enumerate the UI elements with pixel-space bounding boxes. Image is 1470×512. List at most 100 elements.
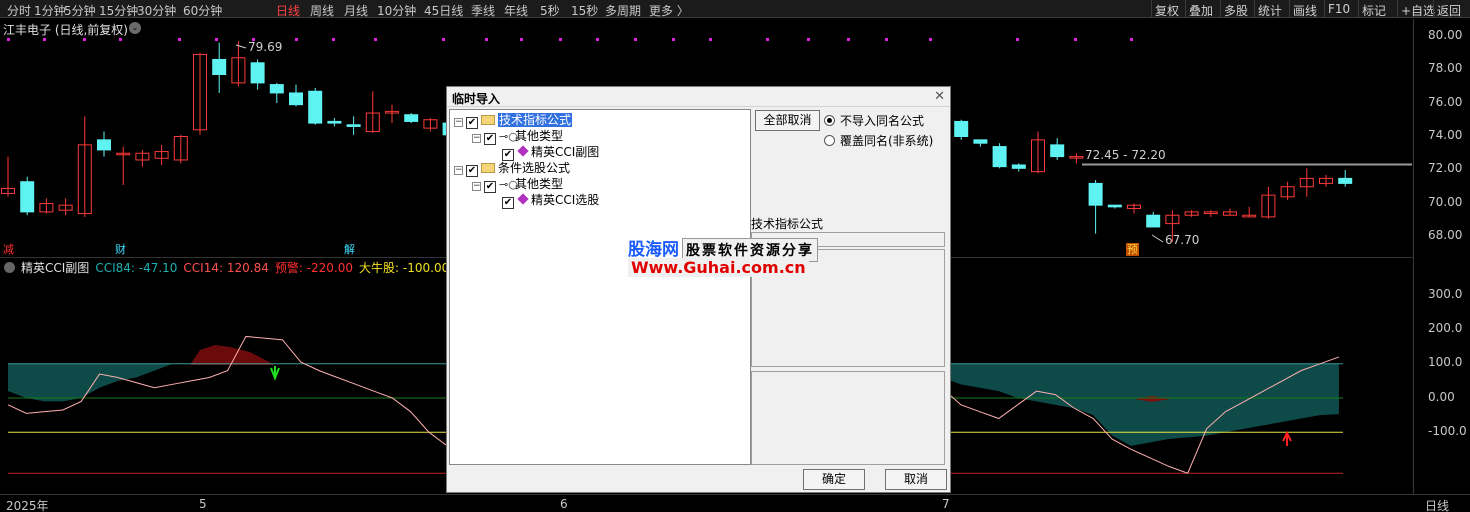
warn-value: 预警: -220.00 bbox=[274, 261, 354, 275]
dialog-title: 临时导入 bbox=[447, 87, 950, 107]
price-tick-label: 74.00 bbox=[1428, 128, 1463, 142]
month-label-5: 5 bbox=[199, 497, 207, 511]
watermark-url: Www.Guhai.com.cn bbox=[628, 258, 809, 277]
candle-down bbox=[212, 58, 227, 76]
period-tab-1[interactable]: 1分钟 bbox=[34, 2, 66, 19]
collapse-icon[interactable]: − bbox=[472, 182, 481, 191]
toolbar-button-5[interactable]: F10 bbox=[1324, 0, 1353, 18]
period-tab-6[interactable]: 日线 bbox=[276, 2, 300, 19]
period-tab-11[interactable]: 季线 bbox=[471, 2, 495, 19]
period-tab-10[interactable]: 45日线 bbox=[424, 2, 463, 19]
gear-icon[interactable] bbox=[4, 262, 15, 273]
folder-icon bbox=[481, 163, 495, 173]
period-tab-16[interactable]: 更多 〉 bbox=[649, 2, 689, 19]
period-tab-7[interactable]: 周线 bbox=[310, 2, 334, 19]
tree-node-2[interactable]: ✔ 精英CCI副图 bbox=[490, 144, 599, 161]
stock-title: 江丰电子 (日线,前复权) bbox=[3, 23, 128, 37]
tree-node-3[interactable]: − ✔ 条件选股公式 bbox=[454, 160, 571, 177]
candle-down bbox=[1050, 144, 1065, 158]
period-toolbar: 分时 1分钟 5分钟 15分钟 30分钟 60分钟 日线 周线 月线 10分钟 45日线 季线 年线 5秒… bbox=[0, 0, 1470, 18]
indicator-title: 精英CCI副图 CCI84: -47.10 CCI14: 120.84 预警: -22… bbox=[4, 259, 477, 276]
tree-node-label: 精英CCI选股 bbox=[531, 193, 600, 207]
period-tab-8[interactable]: 月线 bbox=[344, 2, 368, 19]
toolbar-button-2[interactable]: 多股 bbox=[1220, 0, 1251, 18]
close-icon[interactable]: ✕ bbox=[934, 89, 945, 104]
period-tab-2[interactable]: 5分钟 bbox=[64, 2, 96, 19]
cancel-button[interactable]: 取消 bbox=[885, 469, 947, 490]
collapse-icon[interactable]: − bbox=[454, 166, 463, 175]
ok-button[interactable]: 确定 bbox=[803, 469, 865, 490]
price-tick-label: 70.00 bbox=[1428, 195, 1463, 209]
candle-down bbox=[250, 62, 265, 84]
bull-value: 大牛股: -100.00 bbox=[359, 261, 450, 275]
toolbar-button-7[interactable]: +自选 bbox=[1397, 0, 1438, 18]
high-annotation: 79.69 bbox=[248, 40, 283, 54]
event-marker-forecast[interactable]: 预 bbox=[1126, 243, 1139, 256]
candle-down bbox=[992, 146, 1007, 168]
candle-down bbox=[973, 139, 988, 144]
watermark-site: 股海网 bbox=[628, 240, 679, 260]
period-tab-3[interactable]: 15分钟 bbox=[99, 2, 138, 19]
toolbar-button-3[interactable]: 统计 bbox=[1254, 0, 1285, 18]
event-marker-finance[interactable]: 财 bbox=[114, 243, 127, 256]
event-dot bbox=[709, 38, 712, 41]
event-dot bbox=[766, 38, 769, 41]
radio-skip-label: 不导入同名公式 bbox=[840, 114, 925, 128]
candle-down bbox=[404, 114, 419, 122]
key-icon: ⊸○ bbox=[499, 130, 518, 143]
candle-down bbox=[1338, 177, 1353, 184]
period-tab-14[interactable]: 15秒 bbox=[571, 2, 598, 19]
dropdown-icon[interactable]: ⌄ bbox=[129, 22, 141, 34]
radio-overwrite[interactable]: 覆盖同名(非系统) bbox=[824, 132, 933, 149]
candle-down bbox=[97, 139, 111, 151]
tree-node-1[interactable]: − ✔ ⊸○其他类型 bbox=[472, 128, 564, 145]
folder-icon bbox=[481, 115, 495, 125]
toolbar-button-8[interactable]: 返回 bbox=[1433, 0, 1464, 18]
toolbar-button-6[interactable]: 标记 bbox=[1358, 0, 1389, 18]
formula-tree: − ✔ 技术指标公式 − ✔ ⊸○其他类型 ✔ 精英CCI副图 − ✔ 条件选股公式 − ✔ ⊸○其他类型… bbox=[449, 109, 751, 465]
tree-node-4[interactable]: − ✔ ⊸○其他类型 bbox=[472, 176, 563, 193]
collapse-icon[interactable]: − bbox=[472, 134, 481, 143]
period-tab-4[interactable]: 30分钟 bbox=[137, 2, 176, 19]
event-dot bbox=[847, 38, 850, 41]
event-marker-unlock[interactable]: 解 bbox=[343, 243, 356, 256]
candle-down bbox=[1011, 164, 1026, 169]
event-dot bbox=[929, 38, 932, 41]
indicator-tick-label: 300.0 bbox=[1428, 287, 1463, 301]
tree-node-label: 条件选股公式 bbox=[498, 161, 571, 175]
period-tab-12[interactable]: 年线 bbox=[504, 2, 528, 19]
key-icon: ⊸○ bbox=[499, 178, 518, 191]
period-label: 日线 bbox=[1425, 499, 1450, 512]
period-tab-0[interactable]: 分时 bbox=[7, 2, 31, 19]
radio-off-icon bbox=[824, 135, 835, 146]
event-dot bbox=[295, 38, 298, 41]
event-dot bbox=[672, 38, 675, 41]
tree-node-5[interactable]: ✔ 精英CCI选股 bbox=[490, 192, 600, 209]
candle-down bbox=[289, 92, 303, 106]
price-tick-label: 78.00 bbox=[1428, 61, 1463, 75]
radio-overwrite-label: 覆盖同名(非系统) bbox=[840, 134, 934, 148]
price-tick-label: 76.00 bbox=[1428, 95, 1463, 109]
month-label-6: 6 bbox=[560, 497, 568, 511]
indicator-name[interactable]: 精英CCI副图 bbox=[21, 261, 89, 275]
period-tab-15[interactable]: 多周期 bbox=[605, 2, 641, 19]
toolbar-button-0[interactable]: 复权 bbox=[1151, 0, 1182, 18]
formula-icon bbox=[517, 193, 529, 205]
toolbar-button-4[interactable]: 画线 bbox=[1289, 0, 1320, 18]
cancel-all-button[interactable]: 全部取消 bbox=[755, 110, 820, 131]
period-tab-5[interactable]: 60分钟 bbox=[183, 2, 222, 19]
radio-skip-same-name[interactable]: 不导入同名公式 bbox=[824, 112, 924, 129]
checkbox-checked-icon[interactable]: ✔ bbox=[502, 197, 514, 209]
period-tab-9[interactable]: 10分钟 bbox=[377, 2, 416, 19]
year-label: 2025年 bbox=[6, 499, 49, 512]
event-dot bbox=[1016, 38, 1019, 41]
event-marker-reduce[interactable]: 减 bbox=[2, 243, 15, 256]
collapse-icon[interactable]: − bbox=[454, 118, 463, 127]
candle-down bbox=[954, 120, 969, 138]
tree-node-0[interactable]: − ✔ 技术指标公式 bbox=[454, 112, 573, 129]
cci84-area-0 bbox=[8, 363, 448, 402]
period-tab-13[interactable]: 5秒 bbox=[540, 2, 560, 19]
toolbar-button-1[interactable]: 叠加 bbox=[1185, 0, 1216, 18]
range-annotation: 72.45 - 72.20 bbox=[1085, 148, 1166, 162]
tree-node-label: 其他类型 bbox=[515, 129, 564, 143]
